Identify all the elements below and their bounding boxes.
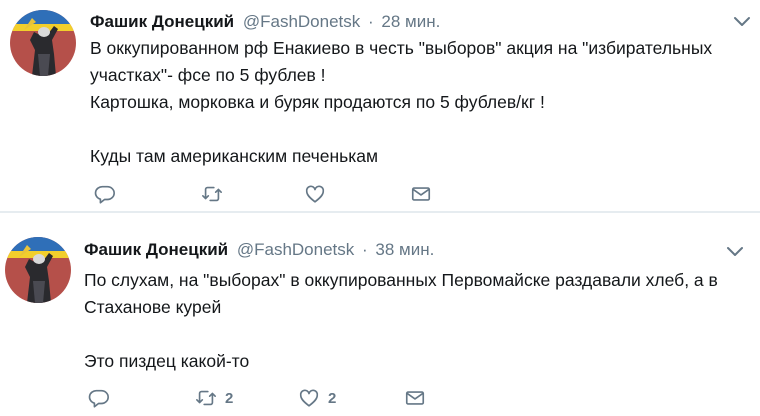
reply-button[interactable] xyxy=(88,385,110,411)
tweet-text-line: По слухам, на "выборах" в оккупированных… xyxy=(84,270,718,317)
like-button[interactable] xyxy=(304,181,334,207)
author-name[interactable]: Фашик Донецкий xyxy=(84,240,228,259)
retweet-icon xyxy=(196,390,216,406)
timestamp[interactable]: 28 мин. xyxy=(381,12,440,31)
author-handle[interactable]: @FashDonetsk xyxy=(243,12,360,31)
avatar[interactable] xyxy=(5,237,71,303)
tweet-divider xyxy=(0,211,760,213)
tweet-header: Фашик Донецкий @FashDonetsk · 38 мин. xyxy=(84,239,434,261)
tweet-text: По слухам, на "выборах" в оккупированных… xyxy=(84,267,754,375)
reply-button[interactable] xyxy=(94,181,116,207)
chevron-down-icon[interactable] xyxy=(724,244,746,260)
avatar-image xyxy=(5,237,71,303)
direct-message-button[interactable] xyxy=(404,385,426,411)
retweet-button[interactable]: 2 xyxy=(195,385,233,411)
separator-dot: · xyxy=(362,240,368,259)
author-handle[interactable]: @FashDonetsk xyxy=(237,240,354,259)
separator-dot: · xyxy=(368,12,374,31)
retweet-button[interactable] xyxy=(201,181,231,207)
chevron-down-icon[interactable] xyxy=(731,14,753,30)
reply-icon xyxy=(88,389,109,408)
direct-message-button[interactable] xyxy=(410,181,432,207)
tweet-text-line: В оккупированном рф Енакиево в честь "вы… xyxy=(90,38,713,85)
heart-icon xyxy=(305,185,325,203)
like-button[interactable]: 2 xyxy=(298,385,336,411)
retweet-icon xyxy=(202,186,222,202)
envelope-icon xyxy=(405,391,425,405)
reply-icon xyxy=(94,185,115,204)
timestamp[interactable]: 38 мин. xyxy=(375,240,434,259)
like-count: 2 xyxy=(328,389,337,407)
tweet-2[interactable]: Фашик Донецкий @FashDonetsk · 38 мин. По… xyxy=(0,214,760,416)
heart-icon xyxy=(299,389,319,407)
tweet-text-line: Картошка, морковка и буряк продаются по … xyxy=(90,92,545,112)
retweet-count: 2 xyxy=(225,389,234,407)
author-name[interactable]: Фашик Донецкий xyxy=(90,12,234,31)
tweet-1[interactable]: Фашик Донецкий @FashDonetsk · 28 мин. В … xyxy=(0,0,760,212)
envelope-icon xyxy=(411,187,431,201)
tweet-text-line: Куды там американским печенькам xyxy=(90,146,379,166)
tweet-header: Фашик Донецкий @FashDonetsk · 28 мин. xyxy=(90,11,440,33)
avatar[interactable] xyxy=(10,10,76,76)
avatar-image xyxy=(10,10,76,76)
tweet-text: В оккупированном рф Енакиево в честь "вы… xyxy=(90,35,750,170)
tweet-text-line: Это пиздец какой-то xyxy=(84,351,250,371)
